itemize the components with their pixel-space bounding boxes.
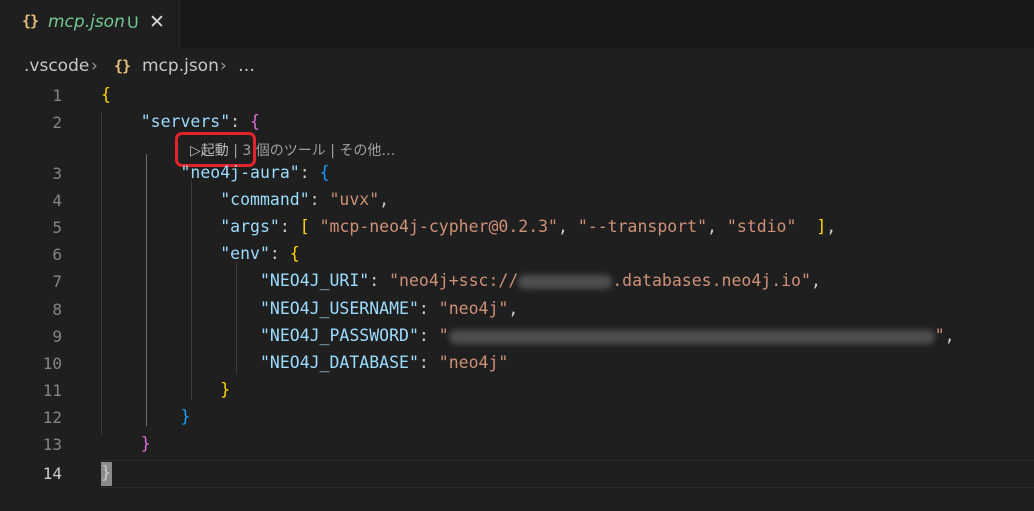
code-line: "NEO4J_USERNAME": "neo4j", <box>259 299 519 318</box>
redacted-value <box>448 329 935 344</box>
code-editor[interactable]: 1 2 3 4 5 6 7 8 9 10 11 12 13 14 { "serv… <box>0 84 1034 511</box>
line-number: 12 <box>42 408 62 427</box>
code-line: "servers": { <box>140 112 260 131</box>
json-file-icon: {} <box>22 12 39 30</box>
line-number: 13 <box>42 435 62 454</box>
json-key: "servers" <box>140 112 231 131</box>
json-string: "stdio" <box>726 217 797 236</box>
highlight-annotation <box>175 132 256 167</box>
breadcrumb: .vscode › {} mcp.json › … <box>0 48 1034 84</box>
code-line: "command": "uvx", <box>220 190 390 209</box>
line-number: 2 <box>52 113 62 132</box>
breadcrumb-folder[interactable]: .vscode <box>24 56 89 76</box>
line-number: 11 <box>42 381 62 400</box>
current-line-highlight <box>100 460 1034 488</box>
code-line: } <box>220 380 231 399</box>
redacted-value <box>518 274 613 289</box>
more-options-link[interactable]: その他… <box>339 143 395 159</box>
json-string: " <box>438 326 449 345</box>
line-number: 8 <box>52 300 62 319</box>
chevron-right-icon: › <box>220 56 227 76</box>
editor-tab-bar: {} mcp.json U ✕ <box>0 0 1034 48</box>
codelens-divider: | <box>330 143 335 159</box>
json-string: "--transport" <box>577 217 708 236</box>
code-line: "NEO4J_PASSWORD": " ", <box>259 326 955 345</box>
tab-title: mcp.json <box>48 12 125 32</box>
line-number: 10 <box>42 354 62 373</box>
json-string: .databases.neo4j.io" <box>612 271 811 290</box>
line-number: 7 <box>52 272 62 291</box>
code-line: } <box>180 407 191 426</box>
json-string: "neo4j" <box>438 353 509 372</box>
json-key: "NEO4J_PASSWORD" <box>259 326 419 345</box>
json-key: "neo4j-aura" <box>180 163 300 182</box>
line-number-active: 14 <box>42 464 62 483</box>
code-line: "NEO4J_DATABASE": "neo4j" <box>259 353 509 372</box>
json-key: "NEO4J_USERNAME" <box>259 299 419 318</box>
breadcrumb-symbols[interactable]: … <box>238 56 255 76</box>
code-line: { <box>101 85 111 104</box>
json-string: "neo4j" <box>438 299 509 318</box>
code-line: "NEO4J_URI": "neo4j+ssc://.databases.neo… <box>259 271 821 290</box>
json-key: "command" <box>220 190 310 209</box>
json-string: "neo4j+ssc:// <box>389 271 519 290</box>
json-file-icon: {} <box>114 57 131 75</box>
json-key: "env" <box>220 244 270 263</box>
json-string: "mcp-neo4j-cypher@0.2.3" <box>319 217 558 236</box>
breadcrumb-file[interactable]: mcp.json <box>142 56 219 76</box>
line-number: 9 <box>52 327 62 346</box>
code-line: "args": [ "mcp-neo4j-cypher@0.2.3", "--t… <box>220 217 837 236</box>
line-number: 1 <box>52 86 62 105</box>
line-number: 6 <box>52 245 62 264</box>
json-key: "NEO4J_DATABASE" <box>259 353 419 372</box>
line-number: 5 <box>52 218 62 237</box>
code-line: } <box>140 434 151 453</box>
code-line: "env": { <box>220 244 300 263</box>
code-line: "neo4j-aura": { <box>180 163 330 182</box>
tab-mcp-json[interactable]: {} mcp.json U ✕ <box>0 0 180 48</box>
line-number: 4 <box>52 191 62 210</box>
json-string: " <box>934 326 945 345</box>
untracked-status-badge: U <box>127 13 139 32</box>
json-key: "args" <box>220 217 280 236</box>
json-string: "uvx" <box>329 190 380 209</box>
line-number: 3 <box>52 164 62 183</box>
json-key: "NEO4J_URI" <box>259 271 370 290</box>
code-line: } <box>101 463 111 482</box>
close-icon[interactable]: ✕ <box>149 11 165 33</box>
chevron-right-icon: › <box>91 56 98 76</box>
